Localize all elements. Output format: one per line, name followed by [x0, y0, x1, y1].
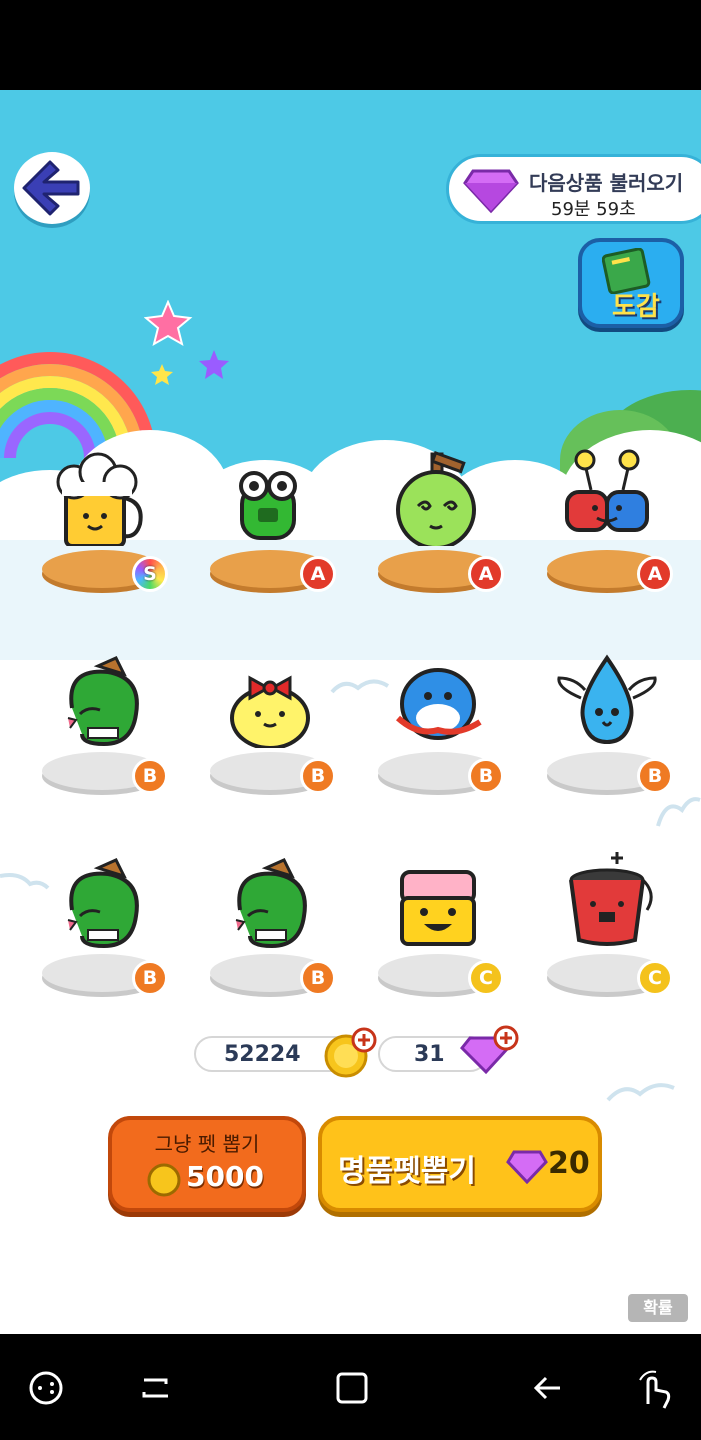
add-coin-button[interactable] [322, 1026, 378, 1082]
gem-icon [463, 169, 519, 214]
game-screen: 다음상품 불러오기 59분 59초 도감 SAAABBBBBBCC 52224 … [0, 90, 701, 1334]
grade-badge: C [637, 960, 673, 996]
coin-amount: 52224 [224, 1042, 301, 1067]
bird-decoration [606, 1083, 675, 1102]
eraser-icon [400, 870, 476, 946]
star-decoration [144, 300, 229, 385]
blue-bird-icon [395, 668, 482, 740]
grade-badge: B [132, 758, 168, 794]
grade-badge: B [132, 960, 168, 996]
pet-slot-frog[interactable]: A [208, 446, 338, 596]
gem-amount: 31 [414, 1042, 445, 1067]
grade-badge: A [468, 556, 504, 592]
grade-badge: B [468, 758, 504, 794]
magnet-icon [565, 449, 649, 532]
coin-icon [147, 1163, 181, 1197]
snake-icon [67, 656, 139, 747]
grade-badge: B [300, 758, 336, 794]
pet-slot-water-drop-angel[interactable]: B [545, 648, 675, 798]
pet-slot-melon[interactable]: A [376, 446, 506, 596]
grade-badge: B [300, 960, 336, 996]
grade-badge: C [468, 960, 504, 996]
pet-slot-beer[interactable]: S [40, 446, 170, 596]
pet-slot-snake[interactable]: B [40, 648, 170, 798]
grade-badge: S [132, 556, 168, 592]
odds-button[interactable]: 확률 [628, 1294, 688, 1322]
chick-ribbon-icon [230, 675, 310, 748]
arrow-left-icon [22, 160, 80, 216]
gem-icon [506, 1150, 548, 1184]
pet-slot-bucket[interactable]: C [545, 850, 675, 1000]
normal-draw-cost: 5000 [186, 1160, 264, 1193]
pet-slot-blue-bird[interactable]: B [376, 648, 506, 798]
back-button[interactable] [14, 152, 90, 224]
premium-draw-cost: 20 [548, 1146, 590, 1181]
premium-draw-button[interactable]: 명품펫뽑기 20 [318, 1116, 602, 1212]
next-item-title: 다음상품 불러오기 [529, 171, 684, 195]
snake-icon [67, 858, 139, 949]
pet-slot-snake[interactable]: B [208, 850, 338, 1000]
pet-slot-magnet[interactable]: A [545, 446, 675, 596]
touch-gesture-icon[interactable] [636, 1370, 676, 1410]
bucket-icon [569, 852, 653, 946]
normal-draw-button[interactable]: 그냥 펫 뽑기 5000 [108, 1116, 306, 1212]
premium-draw-label: 명품펫뽑기 [338, 1154, 476, 1189]
grade-badge: A [637, 556, 673, 592]
bird-decoration [656, 797, 701, 827]
game-tools-icon[interactable] [28, 1370, 64, 1406]
add-gem-button[interactable] [460, 1024, 522, 1076]
pet-slot-chick-ribbon[interactable]: B [208, 648, 338, 798]
beer-icon [56, 452, 143, 546]
frog-icon [239, 471, 297, 540]
bird-decoration [0, 873, 50, 890]
back-nav-icon[interactable] [530, 1370, 566, 1406]
dex-button[interactable]: 도감 [578, 238, 684, 328]
recent-apps-icon[interactable] [138, 1370, 174, 1406]
water-drop-angel-icon [557, 654, 657, 745]
next-item-panel[interactable]: 다음상품 불러오기 59분 59초 [446, 154, 701, 224]
android-nav-bar [0, 1334, 701, 1440]
normal-draw-label: 그냥 펫 뽑기 [154, 1132, 260, 1156]
home-icon[interactable] [334, 1370, 370, 1406]
next-item-timer: 59분 59초 [551, 199, 636, 220]
dex-label: 도감 [612, 292, 660, 322]
snake-icon [235, 858, 307, 949]
melon-icon [396, 450, 476, 546]
pet-slot-snake[interactable]: B [40, 850, 170, 1000]
bird-decoration [330, 679, 390, 694]
pet-slot-eraser[interactable]: C [376, 850, 506, 1000]
grade-badge: B [637, 758, 673, 794]
grade-badge: A [300, 556, 336, 592]
